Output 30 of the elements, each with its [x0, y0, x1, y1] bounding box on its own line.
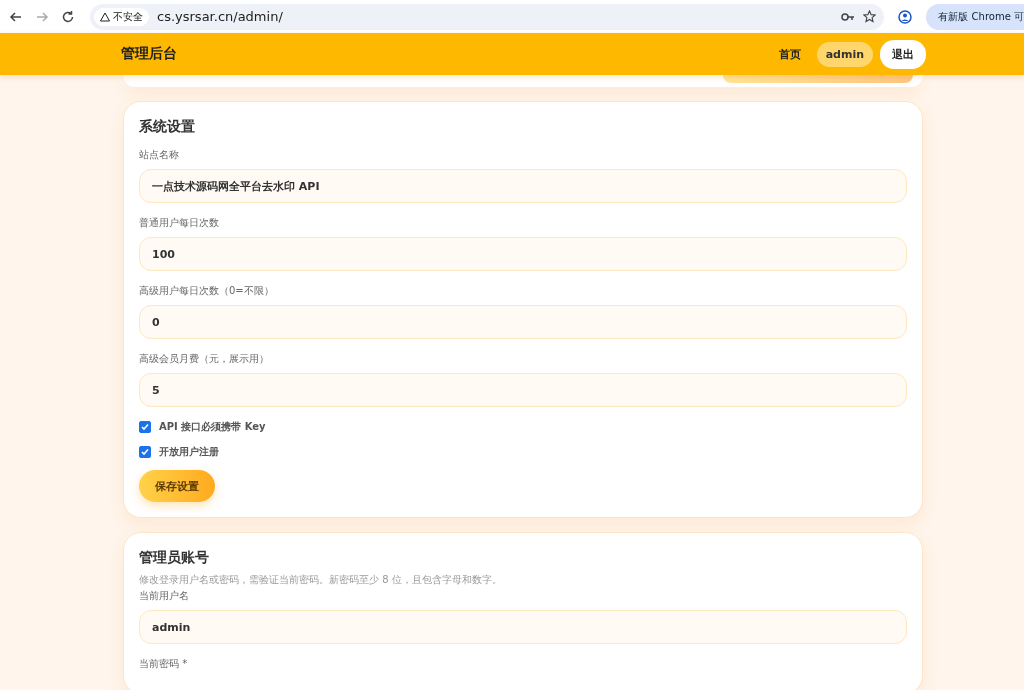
checkbox-label: 开放用户注册 — [159, 445, 219, 459]
checkbox[interactable] — [139, 421, 151, 433]
checkbox-label: API 接口必须携带 Key — [159, 420, 266, 434]
input-field[interactable]: 一点技术源码网全平台去水印 API — [139, 169, 907, 203]
user-chip: admin — [816, 41, 873, 67]
field-label: 站点名称 — [139, 148, 180, 162]
field-label: 当前用户名 — [139, 589, 190, 603]
field-label: 高级会员月费（元，展示用） — [139, 352, 270, 366]
checkbox[interactable] — [139, 446, 151, 458]
save-button[interactable]: 保存设置 — [139, 470, 215, 502]
star-icon[interactable] — [863, 10, 877, 23]
field-label: 高级用户每日次数（0=不限） — [139, 284, 275, 298]
logout-button[interactable]: 退出 — [880, 39, 926, 69]
key-icon[interactable] — [841, 11, 856, 22]
input-field[interactable]: 5 — [139, 373, 907, 407]
input-field[interactable]: 100 — [139, 237, 907, 271]
hint-text: 修改登录用户名或密码，需验证当前密码。新密码至少 8 位，且包含字母和数字。 — [139, 573, 503, 587]
security-badge[interactable]: 不安全 — [94, 7, 149, 26]
card-title: 管理员账号 — [139, 549, 210, 567]
field-label: 当前密码 * — [139, 657, 189, 671]
app-title: 管理后台 — [121, 45, 178, 63]
url-text: cs.ysrsar.cn/admin/ — [157, 9, 284, 24]
update-chip[interactable]: 有新版 Chrome 可 — [926, 3, 1024, 30]
profile-icon[interactable] — [898, 9, 913, 24]
field-label: 普通用户每日次数 — [139, 216, 220, 230]
address-bar[interactable]: 不安全 cs.ysrsar.cn/admin/ — [90, 3, 885, 30]
card-title: 系统设置 — [139, 118, 196, 136]
home-link[interactable]: 首页 — [778, 46, 801, 62]
input-field[interactable]: 0 — [139, 305, 907, 339]
input-field[interactable]: admin — [139, 610, 907, 644]
